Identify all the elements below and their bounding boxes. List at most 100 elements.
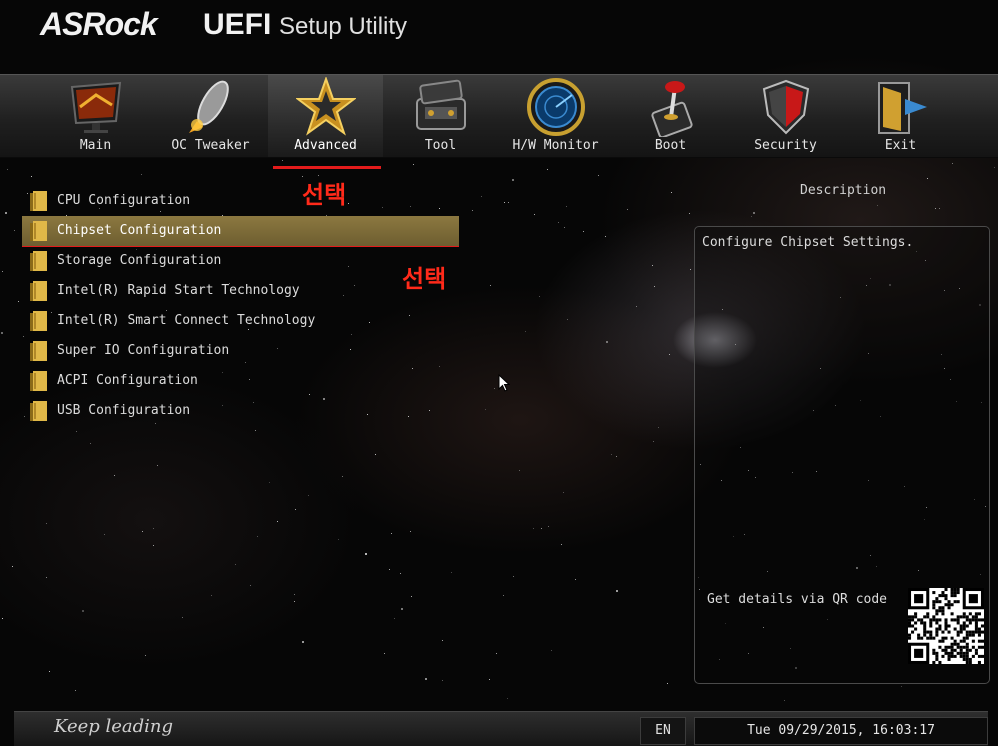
star <box>2 271 3 272</box>
star <box>654 286 655 287</box>
menu-item-usb-configuration[interactable]: USB Configuration <box>22 396 459 426</box>
star <box>519 470 520 471</box>
main-nav: Main OC Tweaker Advanced Tool H/W Monito… <box>0 74 998 158</box>
star <box>575 579 576 580</box>
tab-security[interactable]: Security <box>728 75 843 157</box>
tab-advanced[interactable]: Advanced <box>268 75 383 157</box>
star <box>295 509 296 510</box>
star <box>282 160 283 161</box>
tab-main[interactable]: Main <box>38 75 153 157</box>
star <box>533 528 534 529</box>
star <box>877 205 878 206</box>
star <box>689 213 690 214</box>
star <box>46 577 47 578</box>
description-text: Configure Chipset Settings. <box>702 235 914 250</box>
star <box>561 544 562 545</box>
menu-item-cpu-configuration[interactable]: CPU Configuration <box>22 186 459 216</box>
star <box>671 192 672 193</box>
tab-oc-tweaker[interactable]: OC Tweaker <box>153 75 268 157</box>
star <box>494 388 495 389</box>
star <box>504 202 505 203</box>
language-button[interactable]: EN <box>640 717 686 745</box>
star <box>503 595 504 596</box>
star <box>690 269 691 270</box>
star <box>46 523 47 524</box>
monitor-icon <box>70 81 122 133</box>
radar-icon <box>527 78 585 136</box>
menu-item-smart-connect-technology[interactable]: Intel(R) Smart Connect Technology <box>22 306 459 336</box>
toolbox-icon <box>416 79 466 130</box>
star <box>627 209 628 210</box>
star <box>384 653 385 654</box>
star <box>753 212 755 214</box>
star <box>90 443 91 444</box>
menu-item-label: USB Configuration <box>57 403 191 418</box>
star-icon <box>296 77 356 136</box>
star <box>31 176 32 177</box>
star <box>547 169 548 170</box>
star <box>548 526 549 527</box>
menu-item-storage-configuration[interactable]: Storage Configuration <box>22 246 459 276</box>
star <box>389 569 390 570</box>
star <box>513 576 514 577</box>
star <box>481 196 482 197</box>
tab-label: Exit <box>884 138 917 153</box>
folder-icon <box>30 281 47 301</box>
star <box>508 202 509 203</box>
header: ASRock UEFI Setup Utility <box>0 0 998 74</box>
star <box>669 354 670 355</box>
star <box>413 164 414 165</box>
star <box>616 590 618 592</box>
star <box>653 441 654 442</box>
star <box>425 678 427 680</box>
star <box>784 700 785 701</box>
star <box>551 650 552 651</box>
joystick-icon <box>651 81 693 137</box>
star <box>994 167 995 168</box>
star <box>901 686 902 687</box>
star <box>442 680 443 681</box>
menu-item-label: Chipset Configuration <box>57 223 222 238</box>
menu-item-acpi-configuration[interactable]: ACPI Configuration <box>22 366 459 396</box>
qr-code-label: Get details via QR code <box>707 592 888 607</box>
star <box>583 231 584 232</box>
star <box>489 679 490 680</box>
menu-item-chipset-configuration[interactable]: Chipset Configuration <box>22 216 459 246</box>
tab-tool[interactable]: Tool <box>383 75 498 157</box>
star <box>410 531 411 532</box>
star <box>525 331 526 332</box>
tab-exit[interactable]: Exit <box>843 75 958 157</box>
star <box>394 618 395 619</box>
tab-label: Security <box>754 138 817 153</box>
star <box>564 227 565 228</box>
menu-item-rapid-start-technology[interactable]: Intel(R) Rapid Start Technology <box>22 276 459 306</box>
qr-code-image <box>908 588 984 664</box>
star <box>496 653 497 654</box>
tab-boot[interactable]: Boot <box>613 75 728 157</box>
star <box>605 236 606 237</box>
star <box>400 573 401 574</box>
folder-icon <box>30 251 47 271</box>
star <box>1 332 3 334</box>
folder-icon <box>30 191 47 211</box>
star <box>558 222 559 223</box>
star <box>250 585 251 586</box>
keep-leading-slogan: Keep leading <box>54 716 174 737</box>
star <box>157 465 158 466</box>
tab-label: Advanced <box>294 138 357 153</box>
menu-item-label: Intel(R) Smart Connect Technology <box>57 313 316 328</box>
advanced-menu-list: CPU Configuration Chipset Configuration … <box>22 186 459 426</box>
menu-item-super-io-configuration[interactable]: Super IO Configuration <box>22 336 459 366</box>
mouse-cursor-icon <box>498 374 510 392</box>
star <box>75 690 76 691</box>
star <box>598 175 599 176</box>
star <box>211 595 212 596</box>
menu-item-label: ACPI Configuration <box>57 373 198 388</box>
tab-hw-monitor[interactable]: H/W Monitor <box>498 75 613 157</box>
tab-label: H/W Monitor <box>512 138 599 153</box>
star <box>338 539 339 540</box>
star <box>534 214 535 215</box>
tab-label: Boot <box>654 138 687 153</box>
tab-label: OC Tweaker <box>171 138 250 153</box>
star <box>5 212 7 214</box>
